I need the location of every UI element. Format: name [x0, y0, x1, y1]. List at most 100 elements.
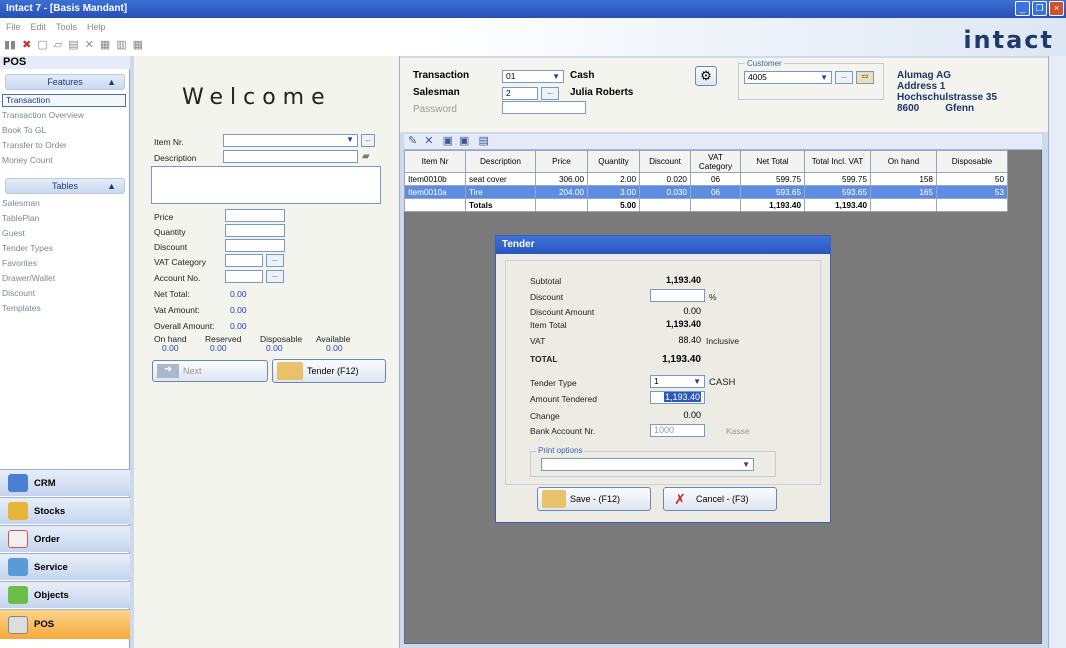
tender-type-value: 1 — [654, 376, 659, 386]
bars-icon[interactable]: ▮▮ — [4, 38, 16, 51]
nav-salesman[interactable]: Salesman — [2, 197, 126, 210]
close-icon[interactable]: × — [1049, 1, 1064, 16]
nav-templates[interactable]: Templates — [2, 302, 126, 315]
save-icon[interactable]: ▤ — [68, 38, 78, 51]
nav-transaction[interactable]: Transaction — [2, 94, 126, 107]
nav-money-count[interactable]: Money Count — [2, 154, 126, 167]
grid-icon[interactable]: ▦ — [100, 38, 110, 51]
vat-value: 88.40 — [678, 335, 701, 345]
nav-guest[interactable]: Guest — [2, 227, 126, 240]
right-side-panel[interactable] — [1048, 56, 1066, 648]
vat-lookup-button[interactable]: ... — [266, 254, 284, 267]
save-button[interactable]: Save - (F12) — [537, 487, 651, 511]
col-vat-category[interactable]: VAT Category — [690, 150, 741, 173]
next-button[interactable]: ➜ Next — [152, 360, 268, 382]
vat-category-field[interactable] — [225, 254, 263, 267]
description-field[interactable] — [223, 150, 358, 163]
cell: 0.020 — [639, 172, 691, 186]
item-lookup-button[interactable]: ... — [361, 134, 375, 147]
table-icon[interactable]: ▦ — [133, 38, 143, 51]
tender-type-select[interactable]: 1 ▼ — [650, 375, 705, 388]
delete-icon[interactable]: ✕ — [85, 38, 94, 51]
description-text-area[interactable] — [151, 166, 381, 204]
transaction-select[interactable]: 01 ▼ — [502, 70, 564, 83]
salesman-field[interactable]: 2 — [502, 87, 538, 100]
discount-percent-field[interactable] — [650, 289, 705, 302]
nav-service[interactable]: Service — [0, 553, 130, 580]
nav-favorites[interactable]: Favorites — [2, 257, 126, 270]
settings-gear-icon[interactable]: ⚙ — [695, 66, 717, 86]
features-label: Features — [47, 77, 83, 87]
nav-objects[interactable]: Objects — [0, 581, 130, 608]
col-total-incl-vat[interactable]: Total Incl. VAT — [804, 150, 871, 173]
col-quantity[interactable]: Quantity — [587, 150, 640, 173]
delete-icon[interactable]: ✕ — [424, 135, 433, 147]
open-folder-icon[interactable]: ▱ — [54, 38, 62, 51]
col-description[interactable]: Description — [465, 150, 536, 173]
price-label: Price — [154, 212, 174, 222]
features-header[interactable]: Features ▲ — [5, 74, 125, 90]
restore-icon[interactable]: ❐ — [1032, 1, 1047, 16]
nav-tender-types[interactable]: Tender Types — [2, 242, 126, 255]
nav-transfer-to-order[interactable]: Transfer to Order — [2, 139, 126, 152]
nav-pos[interactable]: POS — [0, 609, 130, 639]
col-price[interactable]: Price — [535, 150, 588, 173]
table-row-selected[interactable]: Item0010a Tire 204.00 3.00 0.030 06 593.… — [404, 185, 1008, 199]
nav-drawer-wallet[interactable]: Drawer/Wallet — [2, 272, 126, 285]
print-icon[interactable]: ▥ — [116, 38, 126, 51]
bank-account-field[interactable]: 1000 — [650, 424, 705, 437]
col-on-hand[interactable]: On hand — [870, 150, 937, 173]
minimize-icon[interactable]: _ — [1015, 1, 1030, 16]
account-lookup-button[interactable]: ... — [266, 270, 284, 283]
col-discount[interactable]: Discount — [639, 150, 691, 173]
menu-edit[interactable]: Edit — [31, 22, 47, 32]
nav-transaction-overview[interactable]: Transaction Overview — [2, 109, 126, 122]
salesman-lookup-button[interactable]: ... — [541, 87, 559, 100]
print-options-select[interactable]: ▼ — [541, 458, 754, 471]
welcome-title: Welcome — [182, 85, 332, 110]
password-field[interactable] — [502, 101, 586, 114]
col-net-total[interactable]: Net Total — [740, 150, 805, 173]
nav-stocks[interactable]: Stocks — [0, 497, 130, 524]
customer-select[interactable]: 4005 ▼ — [744, 71, 832, 84]
nav-order[interactable]: Order — [0, 525, 130, 552]
col-disposable[interactable]: Disposable — [936, 150, 1008, 173]
nav-tableplan[interactable]: TablePlan — [2, 212, 126, 225]
available-value: 0.00 — [326, 343, 343, 353]
tables-header[interactable]: Tables ▲ — [5, 178, 125, 194]
customer-card-icon[interactable]: ▭ — [856, 71, 874, 84]
nav-crm[interactable]: CRM — [0, 469, 130, 496]
new-document-icon[interactable]: ▢ — [37, 38, 47, 51]
table-icon[interactable]: ▤ — [479, 135, 489, 147]
menu-tools[interactable]: Tools — [56, 22, 77, 32]
cancel-button[interactable]: ✗ Cancel - (F3) — [663, 487, 777, 511]
copy-icon[interactable]: ▣ — [443, 135, 453, 147]
window-title: Intact 7 - [Basis Mandant] — [6, 3, 128, 14]
customer-zip: 8600 — [897, 103, 920, 114]
account-no-field[interactable] — [225, 270, 263, 283]
edit-icon[interactable]: ✎ — [408, 135, 417, 147]
main-toolbar: ▮▮ ✖ ▢ ▱ ▤ ✕ ▦ ▥ ▦ — [4, 38, 143, 51]
customer-lookup-button[interactable]: ... — [835, 71, 853, 84]
table-header-row: Item Nr Description Price Quantity Disco… — [404, 150, 1008, 173]
col-item-nr[interactable]: Item Nr — [404, 150, 466, 173]
quantity-field[interactable] — [225, 224, 285, 237]
price-field[interactable] — [225, 209, 285, 222]
chevron-down-icon[interactable]: ▼ — [346, 135, 354, 144]
discount-field[interactable] — [225, 239, 285, 252]
paste-icon[interactable]: ▣ — [459, 135, 469, 147]
window-title-bar: Intact 7 - [Basis Mandant] — [0, 0, 1066, 18]
menu-file[interactable]: File — [6, 22, 21, 32]
nav-discount[interactable]: Discount — [2, 287, 126, 300]
item-nr-field[interactable]: ▼ — [223, 134, 358, 147]
customer-label: Customer — [745, 59, 784, 68]
amount-tendered-field[interactable]: 1,193.40 — [650, 391, 705, 404]
table-row[interactable]: Item0010b seat cover 306.00 2.00 0.020 0… — [404, 172, 1008, 186]
nav-book-to-gl[interactable]: Book To GL — [2, 124, 126, 137]
delete-red-icon[interactable]: ✖ — [22, 38, 31, 51]
eraser-icon[interactable]: ▰ — [362, 151, 370, 162]
vat-amount-label: Vat Amount: — [154, 305, 200, 315]
tender-button[interactable]: Tender (F12) — [272, 359, 386, 383]
menu-help[interactable]: Help — [87, 22, 106, 32]
cell: 06 — [690, 172, 741, 186]
